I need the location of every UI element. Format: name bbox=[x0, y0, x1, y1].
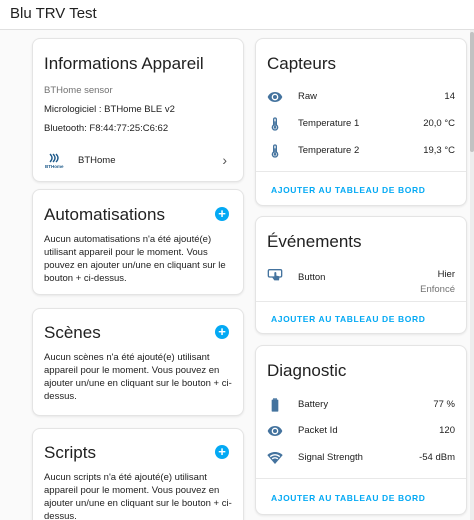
entity-row[interactable]: Packet Id 120 bbox=[256, 421, 466, 441]
chevron-right-icon: › bbox=[222, 152, 227, 168]
entity-state: 14 bbox=[444, 91, 455, 102]
thermometer-icon bbox=[267, 143, 283, 159]
gesture-tap-button-icon bbox=[267, 267, 283, 283]
sensors-card: Capteurs Raw 14 Temperature 1 20,0 °C Te… bbox=[255, 38, 467, 206]
add-automation-button[interactable]: + bbox=[215, 207, 229, 221]
entity-state: 77 % bbox=[433, 399, 455, 410]
divider bbox=[256, 478, 466, 479]
add-to-dashboard-button[interactable]: AJOUTER AU TABLEAU DE BORD bbox=[271, 493, 425, 503]
entity-state: -54 dBm bbox=[419, 452, 455, 463]
scenes-card: Scènes + Aucun scènes n'a été ajouté(e) … bbox=[32, 308, 244, 416]
device-info-card: Informations Appareil BTHome sensor Micr… bbox=[32, 38, 244, 182]
entity-state: 19,3 °C bbox=[423, 145, 455, 156]
entity-name: Packet Id bbox=[298, 425, 338, 436]
entity-name: Button bbox=[298, 272, 326, 283]
entity-row[interactable]: Battery 77 % bbox=[256, 395, 466, 415]
entity-name: Battery bbox=[298, 399, 329, 410]
automations-empty-text: Aucun automatisations n'a été ajouté(e) … bbox=[44, 234, 226, 284]
entity-state: Hier bbox=[437, 269, 455, 280]
entity-secondary-state: Enfoncé bbox=[420, 284, 455, 295]
thermometer-icon bbox=[267, 116, 283, 132]
integration-label: BTHome bbox=[78, 155, 116, 166]
scripts-empty-text: Aucun scripts n'a été ajouté(e) utilisan… bbox=[44, 472, 232, 520]
add-scene-button[interactable]: + bbox=[215, 325, 229, 339]
card-title: Événements bbox=[267, 232, 362, 251]
card-title: Scripts bbox=[44, 443, 96, 462]
events-card: Événements Button Hier Enfoncé AJOUTER A… bbox=[255, 216, 467, 334]
page-title: Blu TRV Test bbox=[10, 5, 97, 22]
device-firmware: Micrologiciel : BTHome BLE v2 bbox=[44, 104, 175, 115]
entity-name: Temperature 2 bbox=[298, 145, 360, 156]
automations-card: Automatisations + Aucun automatisations … bbox=[32, 189, 244, 295]
device-bluetooth: Bluetooth: F8:44:77:25:C6:62 bbox=[44, 123, 169, 134]
card-title: Informations Appareil bbox=[44, 54, 204, 73]
card-title: Capteurs bbox=[267, 54, 336, 73]
top-app-bar: Blu TRV Test bbox=[0, 0, 474, 30]
entity-row[interactable]: Signal Strength -54 dBm bbox=[256, 448, 466, 468]
scripts-card: Scripts + Aucun scripts n'a été ajouté(e… bbox=[32, 428, 244, 520]
entity-row[interactable]: Button Hier Enfoncé bbox=[256, 265, 466, 297]
bthome-logo: BTHome bbox=[45, 151, 66, 171]
battery-icon bbox=[267, 397, 283, 413]
scrollbar[interactable] bbox=[470, 30, 474, 520]
add-to-dashboard-button[interactable]: AJOUTER AU TABLEAU DE BORD bbox=[271, 185, 425, 195]
eye-icon bbox=[267, 423, 283, 439]
eye-icon bbox=[267, 89, 283, 105]
card-title: Scènes bbox=[44, 323, 101, 342]
entity-row[interactable]: Raw 14 bbox=[256, 87, 466, 107]
scenes-empty-text: Aucun scènes n'a été ajouté(e) utilisant… bbox=[44, 352, 232, 402]
wifi-icon bbox=[267, 450, 283, 466]
add-script-button[interactable]: + bbox=[215, 445, 229, 459]
diagnostic-card: Diagnostic Battery 77 % Packet Id 120 Si… bbox=[255, 345, 467, 515]
card-title: Diagnostic bbox=[267, 361, 347, 380]
scrollbar-thumb[interactable] bbox=[470, 32, 474, 152]
entity-state: 20,0 °C bbox=[423, 118, 455, 129]
add-to-dashboard-button[interactable]: AJOUTER AU TABLEAU DE BORD bbox=[271, 314, 425, 324]
entity-state: 120 bbox=[439, 425, 455, 436]
integration-link[interactable]: BTHome BTHome › bbox=[33, 149, 243, 175]
entity-name: Temperature 1 bbox=[298, 118, 360, 129]
entity-row[interactable]: Temperature 1 20,0 °C bbox=[256, 114, 466, 134]
entity-name: Signal Strength bbox=[298, 452, 363, 463]
divider bbox=[256, 301, 466, 302]
card-title: Automatisations bbox=[44, 205, 165, 224]
entity-row[interactable]: Temperature 2 19,3 °C bbox=[256, 141, 466, 161]
entity-name: Raw bbox=[298, 91, 318, 102]
bthome-logo-text: BTHome bbox=[45, 164, 64, 169]
divider bbox=[256, 171, 466, 172]
device-model: BTHome sensor bbox=[44, 85, 113, 96]
